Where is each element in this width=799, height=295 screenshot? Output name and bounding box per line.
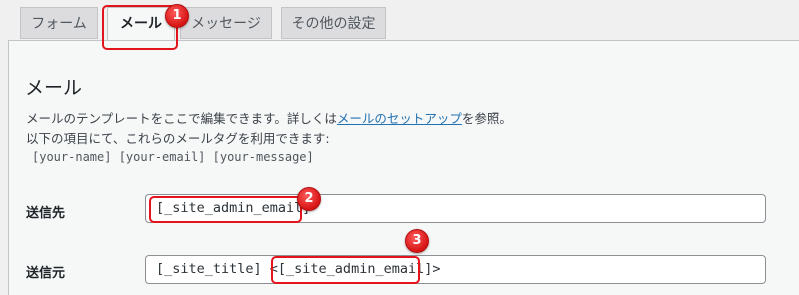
tab-bar: フォーム メール メッセージ その他の設定 [0, 0, 799, 41]
mail-tags: [your-name] [your-email] [your-message] [32, 150, 314, 164]
tab-form[interactable]: フォーム [20, 7, 98, 39]
to-field[interactable]: [_site_admin_email] [145, 194, 766, 223]
mail-setup-link[interactable]: メールのセットアップ [337, 111, 462, 126]
annotation-badge-1: 1 [165, 4, 189, 28]
to-label: 送信先 [26, 206, 66, 221]
description-line-1: メールのテンプレートをここで編集できます。詳しくはメールのセットアップを参照。 [26, 111, 512, 126]
section-title: メール [25, 77, 83, 99]
tab-other-settings[interactable]: その他の設定 [281, 7, 386, 39]
annotation-badge-3: 3 [405, 229, 429, 253]
description-line-2: 以下の項目にて、これらのメールタグを利用できます: [26, 131, 330, 146]
annotation-badge-2: 2 [297, 187, 321, 211]
from-field[interactable]: [_site_title] <[_site_admin_email]> [145, 255, 766, 284]
from-label: 送信元 [26, 266, 66, 281]
tab-messages[interactable]: メッセージ [180, 7, 272, 39]
